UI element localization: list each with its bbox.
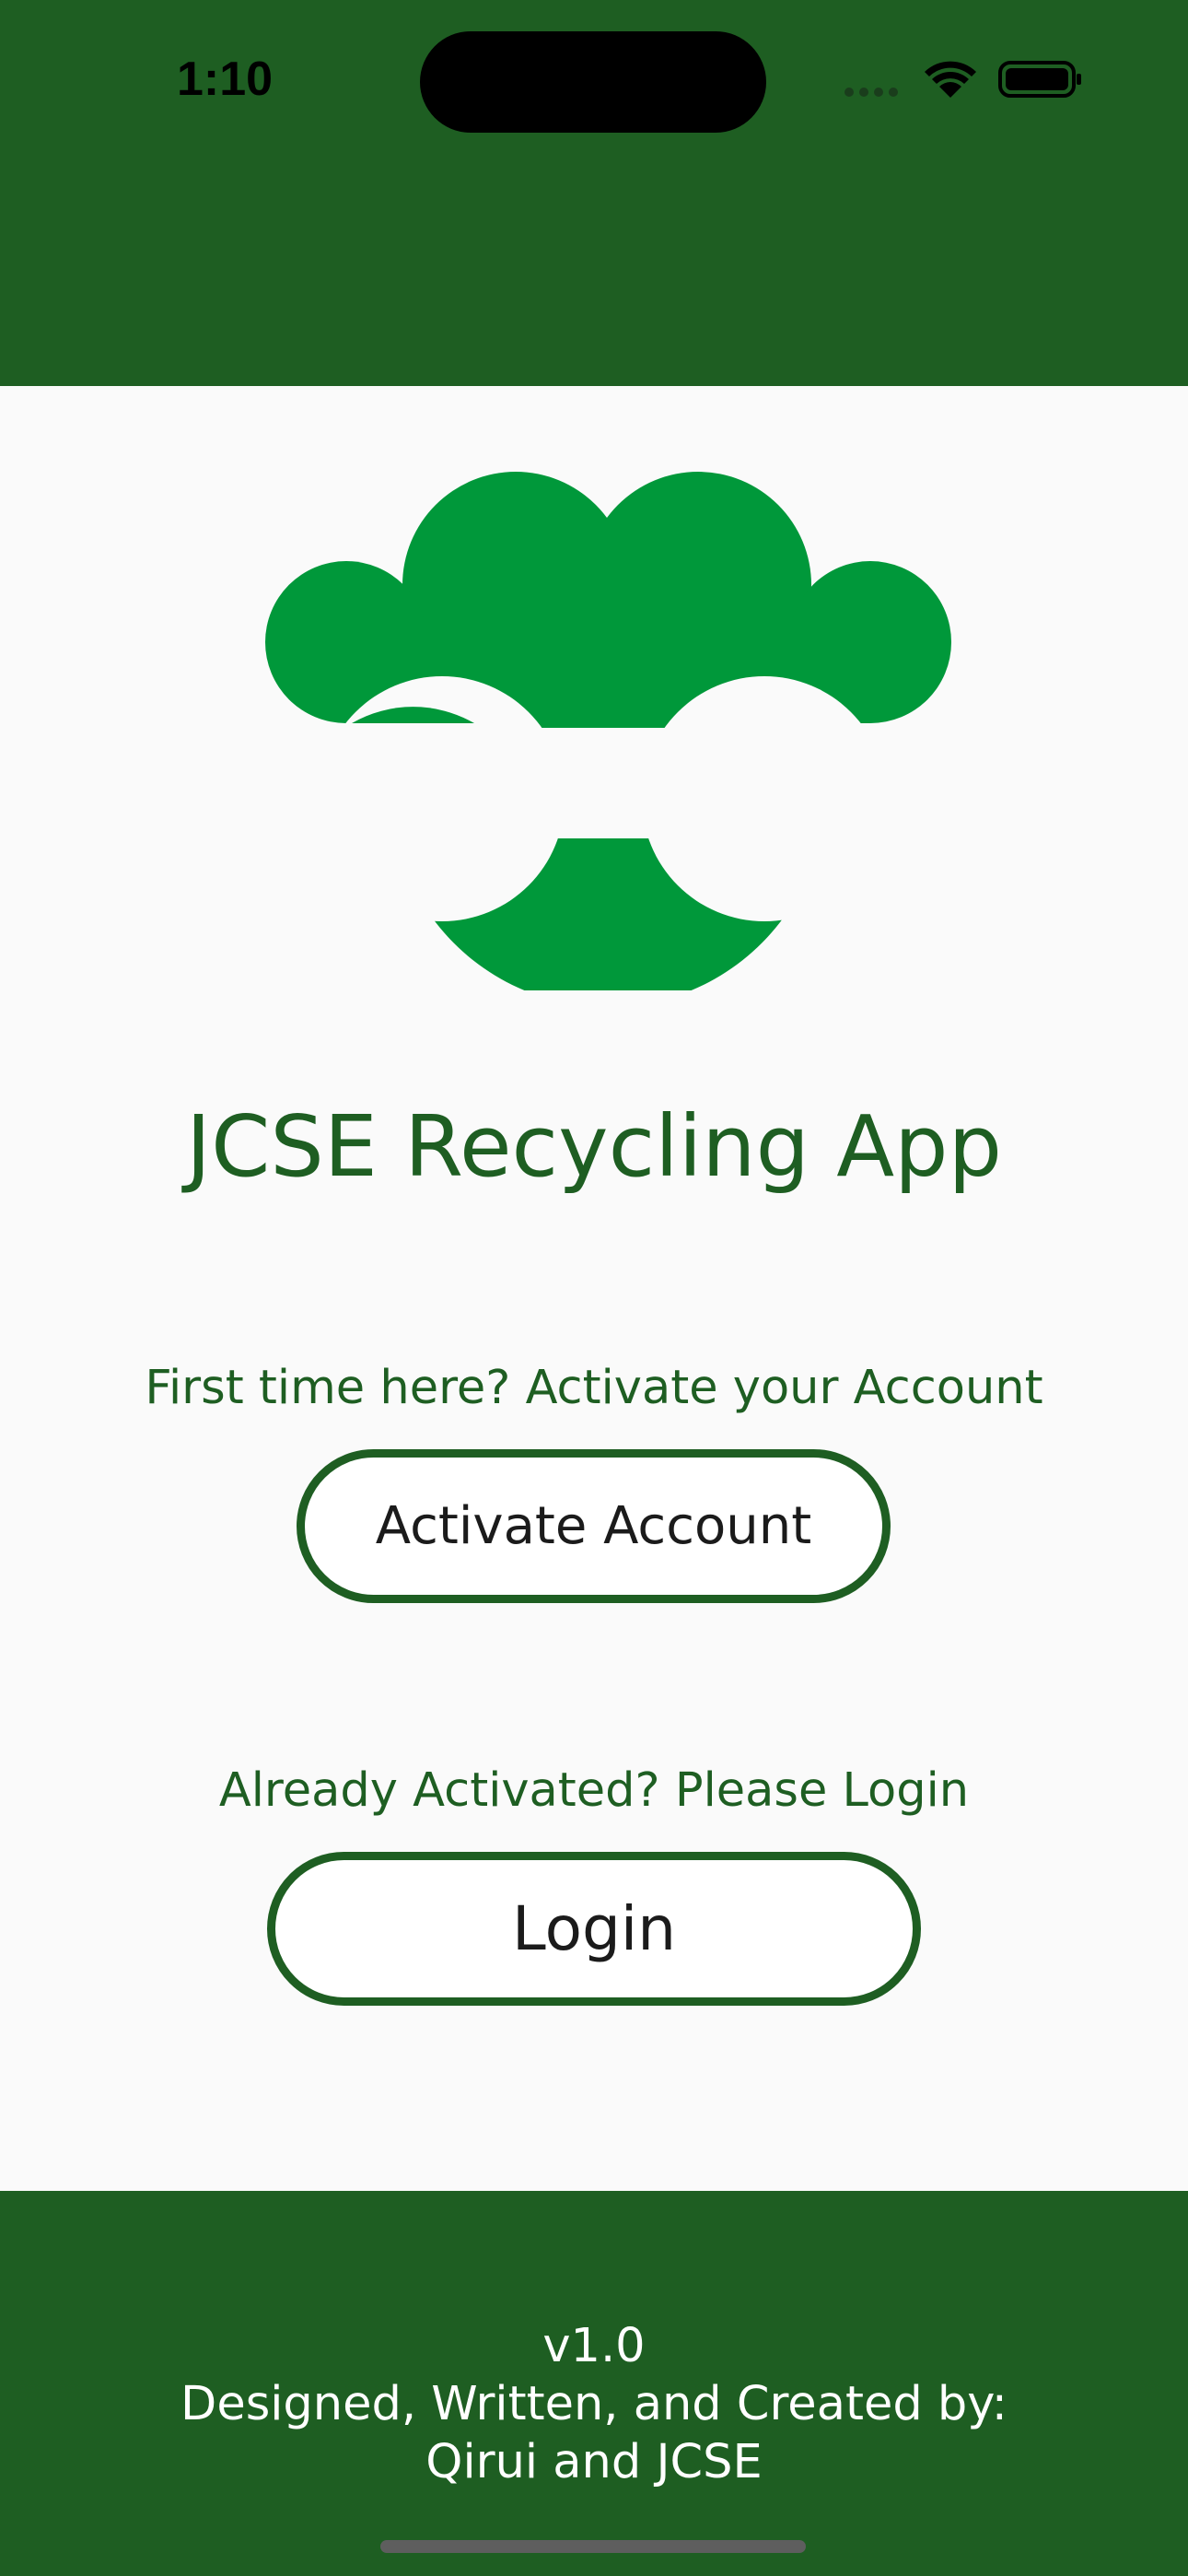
activate-account-button[interactable]: Activate Account bbox=[297, 1449, 891, 1603]
status-icons bbox=[844, 61, 1081, 98]
activate-prompt: First time here? Activate your Account bbox=[145, 1361, 1043, 1415]
status-time: 1:10 bbox=[177, 53, 274, 106]
login-button[interactable]: Login bbox=[267, 1852, 921, 2006]
tree-logo-icon bbox=[262, 472, 953, 990]
credit-line: Designed, Written, and Created by: bbox=[181, 2377, 1007, 2431]
wifi-icon bbox=[925, 61, 976, 98]
login-prompt: Already Activated? Please Login bbox=[218, 1763, 970, 1818]
dynamic-island bbox=[420, 31, 766, 133]
footer-credits: v1.0 Designed, Written, and Created by: … bbox=[0, 2317, 1188, 2491]
battery-icon bbox=[998, 61, 1081, 98]
app-title: JCSE Recycling App bbox=[186, 1097, 1002, 1196]
signal-dots-icon bbox=[844, 88, 898, 97]
version-label: v1.0 bbox=[542, 2319, 646, 2373]
home-indicator[interactable] bbox=[380, 2540, 806, 2553]
authors-label: Qirui and JCSE bbox=[425, 2435, 763, 2489]
